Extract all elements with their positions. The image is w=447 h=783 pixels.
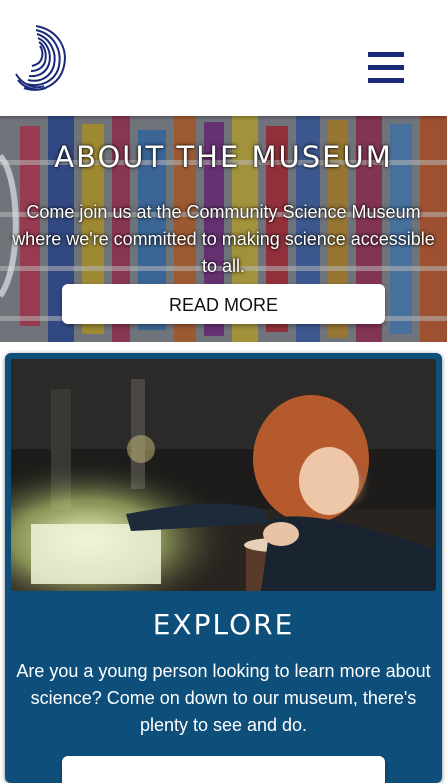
about-hero: ABOUT THE MUSEUM Come join us at the Com…: [0, 116, 447, 342]
explore-text: Are you a young person looking to learn …: [16, 661, 431, 735]
spiral-logo-icon[interactable]: [14, 22, 70, 98]
explore-button[interactable]: [62, 756, 385, 783]
read-more-button[interactable]: READ MORE: [62, 284, 385, 324]
explore-card: EXPLORE Are you a young person looking t…: [5, 353, 442, 783]
menu-bar: [368, 78, 404, 83]
child-exhibit-image: [11, 359, 436, 591]
hamburger-menu-icon[interactable]: [368, 52, 404, 84]
menu-bar: [368, 65, 404, 70]
hero-title: ABOUT THE MUSEUM: [54, 140, 393, 174]
menu-bar: [368, 52, 404, 57]
explore-title: EXPLORE: [152, 608, 295, 641]
site-header: [0, 0, 447, 116]
hero-text: Come join us at the Community Science Mu…: [12, 202, 435, 276]
